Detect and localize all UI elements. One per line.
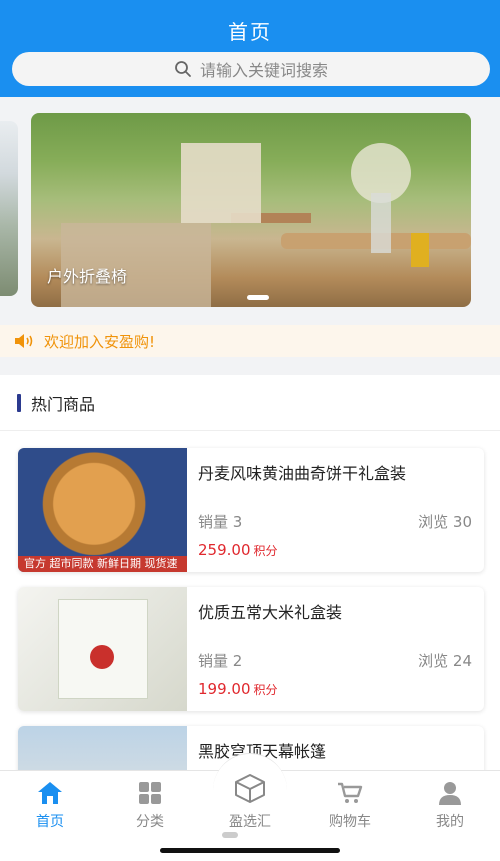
section-title: 热门商品 bbox=[31, 394, 96, 414]
product-name: 优质五常大米礼盒装 bbox=[198, 603, 343, 622]
search-bar[interactable]: 请输入关键词搜索 bbox=[12, 52, 490, 86]
price-value: 259.00 bbox=[198, 541, 251, 559]
carousel-indicator bbox=[247, 295, 269, 300]
banner-carousel[interactable]: 户外折叠椅 bbox=[0, 97, 500, 325]
cart-icon bbox=[338, 782, 363, 803]
search-icon bbox=[175, 61, 191, 77]
page: 首页 请输入关键词搜索 户外折叠椅 欢迎加入安盈购! 热门商品 官方 超市同款 … bbox=[0, 0, 500, 861]
section-header: 热门商品 bbox=[0, 375, 500, 431]
price-unit: 积分 bbox=[253, 683, 278, 697]
box-icon bbox=[235, 774, 265, 803]
tab-home[interactable]: 首页 bbox=[0, 779, 100, 831]
product-price: 259.00 积分 bbox=[198, 541, 278, 559]
product-image-tag: 官方 超市同款 新鲜日期 现货速发 bbox=[18, 556, 187, 572]
product-name: 丹麦风味黄油曲奇饼干礼盒装 bbox=[198, 464, 407, 483]
notice-text: 欢迎加入安盈购! bbox=[44, 332, 156, 351]
product-card[interactable]: 优质五常大米礼盒装 销量 2 浏览 24 199.00 积分 bbox=[18, 587, 484, 711]
product-sales: 销量 2 bbox=[198, 652, 243, 670]
product-card[interactable]: 官方 超市同款 新鲜日期 现货速发 丹麦风味黄油曲奇饼干礼盒装 销量 3 浏览 … bbox=[18, 448, 484, 572]
tab-label: 盈选汇 bbox=[229, 814, 271, 830]
product-sales: 销量 3 bbox=[198, 513, 243, 531]
tab-cart[interactable]: 购物车 bbox=[300, 779, 400, 831]
tab-yingxuanhui[interactable]: 盈选汇 bbox=[200, 774, 300, 831]
tab-label: 首页 bbox=[36, 814, 64, 830]
home-icon bbox=[38, 782, 62, 804]
price-unit: 积分 bbox=[253, 544, 278, 558]
product-views: 浏览 24 bbox=[418, 652, 472, 670]
notice-bar[interactable]: 欢迎加入安盈购! bbox=[0, 325, 500, 357]
banner-caption: 户外折叠椅 bbox=[47, 267, 128, 286]
header: 首页 请输入关键词搜索 bbox=[0, 0, 500, 97]
user-icon bbox=[439, 782, 461, 805]
price-value: 199.00 bbox=[198, 680, 251, 698]
product-views: 浏览 30 bbox=[418, 513, 472, 531]
section-accent-bar bbox=[17, 393, 21, 412]
banner-prev-slide[interactable] bbox=[0, 121, 18, 296]
tab-profile[interactable]: 我的 bbox=[400, 779, 500, 831]
tab-label: 购物车 bbox=[329, 814, 371, 830]
home-indicator[interactable] bbox=[160, 848, 340, 853]
tab-category[interactable]: 分类 bbox=[100, 779, 200, 831]
product-image: 官方 超市同款 新鲜日期 现货速发 bbox=[18, 448, 187, 572]
tab-label: 分类 bbox=[136, 814, 164, 830]
rice-label-shape bbox=[90, 645, 114, 669]
grid-icon bbox=[139, 782, 161, 804]
speaker-icon bbox=[15, 334, 33, 348]
scroll-indicator bbox=[222, 832, 238, 838]
product-image bbox=[18, 587, 187, 711]
search-placeholder: 请输入关键词搜索 bbox=[199, 61, 328, 80]
page-title: 首页 bbox=[228, 20, 272, 44]
product-price: 199.00 积分 bbox=[198, 680, 278, 698]
tab-label: 我的 bbox=[436, 814, 464, 830]
banner-slide[interactable]: 户外折叠椅 bbox=[31, 113, 471, 307]
